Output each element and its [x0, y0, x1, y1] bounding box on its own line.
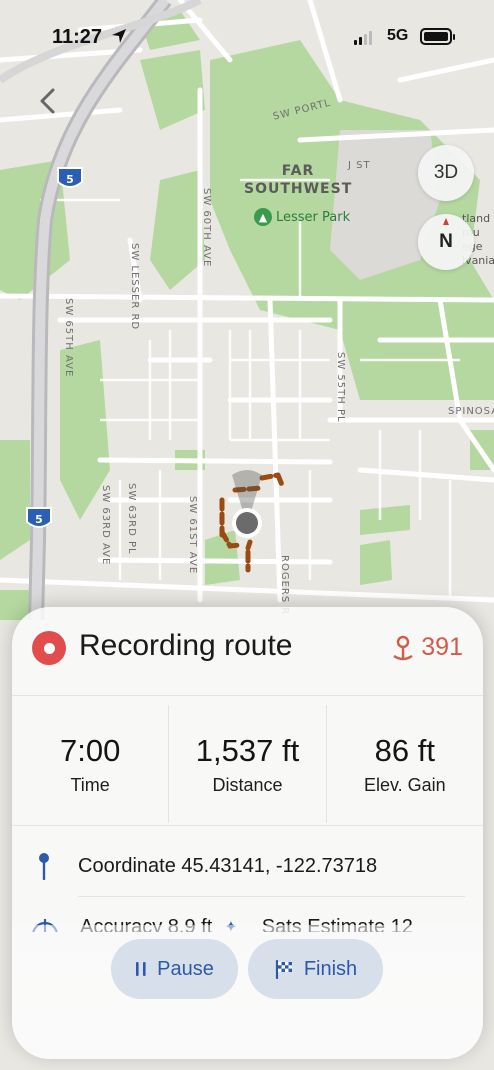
stats-row: 7:00 Time 1,537 ft Distance 86 ft Elev. …: [12, 705, 483, 823]
stat-time-label: Time: [70, 774, 110, 795]
compass-letter: N: [439, 231, 453, 252]
interstate-shield-2: 5: [26, 507, 52, 528]
network-type: 5G: [387, 27, 409, 44]
place-label-far-southwest: FAR SOUTHWEST: [244, 163, 353, 197]
checkered-flag-icon: [275, 959, 292, 979]
interstate-shield-1: 5: [57, 167, 83, 188]
status-time: 11:27: [52, 26, 103, 48]
cellular-signal-icon: [354, 31, 372, 45]
street-label-spinosa: SPINOSA: [448, 406, 494, 417]
street-label-sw-61st: SW 61ST AVE: [187, 496, 198, 575]
coordinate-text: Coordinate 45.43141, -122.73718: [78, 854, 378, 877]
location-arrow-icon: [112, 29, 126, 43]
location-pin-icon: [34, 852, 54, 880]
stat-distance: 1,537 ft Distance: [168, 705, 325, 823]
poi-lesser-park[interactable]: ▲ Lesser Park: [254, 208, 350, 226]
divider: [12, 695, 483, 696]
pause-label: Pause: [157, 957, 214, 980]
divider: [78, 896, 465, 897]
pause-icon: [136, 962, 146, 976]
coordinate-row: Coordinate 45.43141, -122.73718: [34, 851, 377, 881]
compass-north-marker: [443, 218, 449, 225]
svg-text:5: 5: [35, 513, 43, 526]
chevron-left-icon: [40, 88, 55, 114]
poi-lesser-park-label: Lesser Park: [276, 209, 351, 225]
battery-icon: [420, 28, 455, 45]
point-count-badge: 391: [391, 633, 463, 662]
recording-controls: Pause Finish: [111, 939, 383, 999]
svg-text:5: 5: [66, 173, 74, 186]
map-pin-icon: [393, 635, 413, 660]
street-label-sw-lesser: SW LESSER RD: [129, 243, 140, 331]
street-label-sw-65th: SW 65TH AVE: [63, 298, 74, 378]
stat-distance-value: 1,537 ft: [195, 732, 300, 768]
recording-header: Recording route 391: [12, 607, 483, 693]
recording-title: Recording route: [79, 629, 293, 662]
stat-elevation: 86 ft Elev. Gain: [325, 705, 483, 823]
street-label-sw-55th: SW 55TH PL: [335, 352, 346, 423]
pause-button[interactable]: Pause: [111, 939, 238, 999]
back-button[interactable]: [30, 84, 64, 118]
stat-distance-label: Distance: [212, 774, 283, 795]
street-label-sw-60th: SW 60TH AVE: [201, 188, 212, 268]
3d-toggle-button[interactable]: 3D: [418, 145, 474, 201]
record-icon: [32, 631, 66, 665]
tree-icon: ▲: [254, 208, 272, 226]
divider: [12, 825, 483, 826]
stat-time: 7:00 Time: [12, 705, 168, 823]
street-label-sw-63rd-ave: SW 63RD AVE: [100, 485, 111, 566]
recording-sheet: Recording route 391 7:00 Time 1,537 ft D…: [12, 607, 483, 1059]
stat-elevation-value: 86 ft: [374, 732, 435, 768]
stat-time-value: 7:00: [59, 732, 121, 768]
point-count-value: 391: [421, 633, 463, 661]
status-bar: 11:27 5G: [0, 0, 494, 72]
street-label-sw-63rd-pl: SW 63RD PL: [126, 483, 137, 555]
finish-button[interactable]: Finish: [248, 939, 383, 999]
stat-elevation-label: Elev. Gain: [363, 774, 446, 795]
compass-button[interactable]: N: [418, 214, 474, 270]
finish-label: Finish: [303, 957, 358, 980]
